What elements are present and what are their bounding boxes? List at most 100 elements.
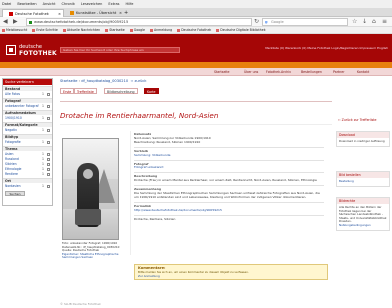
menu-icon[interactable]: ≡ xyxy=(382,18,387,26)
menu-item[interactable]: Chronik xyxy=(62,2,75,6)
logo-text-bottom: FOTOTHEK xyxy=(19,50,57,57)
filter-checkbox[interactable] xyxy=(47,185,50,188)
bookmarks-bar: Meistbesucht Erste Schritte Aktuelle Nachr… xyxy=(0,27,392,34)
menu-item[interactable]: Datei xyxy=(2,2,11,6)
reload-button[interactable]: ↻ xyxy=(254,18,259,26)
menu-item[interactable]: Bearbeiten xyxy=(17,2,36,6)
sidebar-heading: Suche verfeinern xyxy=(3,79,52,85)
filter-option[interactable]: Fotografie 1 xyxy=(3,140,52,145)
comment-notice: Kommentare: Bitte melden Sie sich an, um… xyxy=(134,264,328,280)
nav-partner[interactable]: Partner xyxy=(333,68,345,76)
filter-option[interactable]: Rentiere 1 xyxy=(3,172,52,177)
filter-section-title[interactable]: Ort xyxy=(3,178,52,183)
nav-ueber-uns[interactable]: Über uns xyxy=(244,68,258,76)
filter-checkbox[interactable] xyxy=(47,173,50,176)
filter-checkbox[interactable] xyxy=(47,153,50,156)
forward-button[interactable]: ▶ xyxy=(13,18,18,26)
filter-checkbox[interactable] xyxy=(47,158,50,161)
filter-count: 1 xyxy=(42,128,44,132)
filter-checkbox[interactable] xyxy=(47,163,50,166)
breadcrumb-current[interactable]: df_hauptkatalog_0030210 xyxy=(81,79,128,83)
filter-count: 1 xyxy=(42,140,44,144)
site-search-input[interactable]: Geben Sie hier Ihr Suchwort oder Ihre Su… xyxy=(60,47,180,53)
main-navigation: Startseite Über uns Fotothek-Archiv Best… xyxy=(0,68,392,76)
bookmark-item[interactable]: Deutsche Digitale Bibliothek xyxy=(216,28,266,32)
divider xyxy=(60,101,332,102)
back-to-results-link[interactable]: ‹‹ Zurück zur Trefferliste xyxy=(336,117,390,123)
filter-checkbox[interactable] xyxy=(47,117,50,120)
filter-option[interactable]: Alle Fotos 1 xyxy=(3,92,52,97)
filter-checkbox[interactable] xyxy=(47,105,50,108)
bookmark-icon xyxy=(216,28,220,32)
filter-section-title[interactable]: Bestand xyxy=(3,86,52,91)
nav-bestellungen[interactable]: Bestellungen xyxy=(301,68,322,76)
filter-section-title[interactable]: Bildtyp xyxy=(3,134,52,139)
close-tab-icon[interactable]: × xyxy=(119,9,122,17)
download-icon[interactable]: ↓ xyxy=(362,18,367,26)
menu-item[interactable]: Extras xyxy=(108,2,119,6)
pager-karte[interactable]: Karte xyxy=(144,88,159,94)
back-link[interactable]: ‹‹ zurück xyxy=(130,79,146,83)
nav-archiv[interactable]: Fotothek-Archiv xyxy=(266,68,291,76)
filter-option[interactable]: Negativ 1 xyxy=(3,128,52,133)
bookmark-favicon-icon xyxy=(70,11,74,15)
menu-item[interactable]: Ansicht xyxy=(43,2,56,6)
order-link[interactable]: Bestellung xyxy=(339,179,354,183)
tab-deutsche-fotothek[interactable]: Deutsche Fotothek × xyxy=(2,9,64,17)
pager-trefferliste[interactable]: Trefferliste xyxy=(74,88,97,94)
filter-section-title[interactable]: Thema xyxy=(3,146,52,151)
filter-submit-button[interactable]: Suchen xyxy=(5,191,25,196)
header-user-links[interactable]: Merkliste (0) Warenkorb (0) Meine Fototh… xyxy=(265,46,388,50)
pager-first[interactable]: Erste xyxy=(60,88,75,94)
filter-checkbox[interactable] xyxy=(47,141,50,144)
bookmark-item[interactable]: Deutsche Fotothek xyxy=(177,28,211,32)
filter-count: 1 xyxy=(42,104,44,108)
filter-option[interactable]: 1900/1910 1 xyxy=(3,116,52,121)
home-icon[interactable]: ⌂ xyxy=(372,18,376,26)
browser-navbar: ◀ ▶ www.deutschefotothek.de/documents/ob… xyxy=(0,17,392,27)
divider xyxy=(60,124,332,125)
download-link[interactable]: Download in niedriger Auflösung xyxy=(337,138,389,146)
menu-item[interactable]: Hilfe xyxy=(125,2,133,6)
bookmark-item[interactable]: Google xyxy=(129,28,145,32)
bookmark-item[interactable]: Erste Schritte xyxy=(32,28,58,32)
filter-section-title[interactable]: Aufnahmedatum xyxy=(3,110,52,115)
url-bar[interactable]: www.deutschefotothek.de/documents/obj/90… xyxy=(26,18,252,26)
terms-link[interactable]: Nutzungsbedingungen xyxy=(339,223,371,227)
tab-kunstsaetze[interactable]: Kunstsätze - Übersicht × xyxy=(64,9,124,17)
breadcrumb-home[interactable]: Startseite xyxy=(60,79,77,83)
browser-search-input[interactable]: g Google xyxy=(262,18,348,26)
nav-startseite[interactable]: Startseite xyxy=(214,68,230,76)
filter-checkbox[interactable] xyxy=(47,168,50,171)
nav-kontakt[interactable]: Kontakt xyxy=(357,68,369,76)
menu-item[interactable]: Lesezeichen xyxy=(81,2,103,6)
star-bookmark-icon[interactable]: ☆ xyxy=(352,18,357,26)
close-tab-icon[interactable]: × xyxy=(58,10,61,17)
photo-face xyxy=(83,169,93,179)
filter-section-title[interactable]: Fotograf xyxy=(3,98,52,103)
download-panel: Download Download in niedriger Auflösung xyxy=(336,131,390,147)
bookmark-icon xyxy=(32,28,36,32)
filter-section-title[interactable]: Format/Kategorie xyxy=(3,122,52,127)
filter-checkbox[interactable] xyxy=(47,129,50,132)
filter-option[interactable]: unbekannter Fotograf 1 xyxy=(3,104,52,109)
bookmark-item[interactable]: Startseite xyxy=(105,28,125,32)
filter-option[interactable]: Nordasien 1 xyxy=(3,184,52,189)
fotothek-favicon-icon xyxy=(9,12,13,16)
fotothek-logo-icon[interactable] xyxy=(6,45,16,55)
bookmark-item[interactable]: Anmeldung xyxy=(149,28,172,32)
bookmark-icon xyxy=(129,28,133,32)
pager-bildbeschreibung[interactable]: Bildbeschreibung xyxy=(104,88,138,94)
archive-photo[interactable] xyxy=(62,138,119,240)
bookmark-icon xyxy=(177,28,181,32)
filter-checkbox[interactable] xyxy=(47,93,50,96)
bookmark-item[interactable]: Aktuelle Nachrichten xyxy=(62,28,100,32)
login-link[interactable]: Zur Anmeldung xyxy=(138,274,324,279)
back-button[interactable]: ◀ xyxy=(3,18,8,26)
filter-count: 1 xyxy=(42,116,44,120)
bookmark-icon xyxy=(149,28,153,32)
new-tab-button[interactable]: + xyxy=(124,9,128,17)
bookmark-icon xyxy=(62,28,66,32)
rights-panel: Bildrechte Alle Rechte an den Bildern de… xyxy=(336,197,390,231)
bookmark-item[interactable]: Meistbesucht xyxy=(2,28,27,32)
